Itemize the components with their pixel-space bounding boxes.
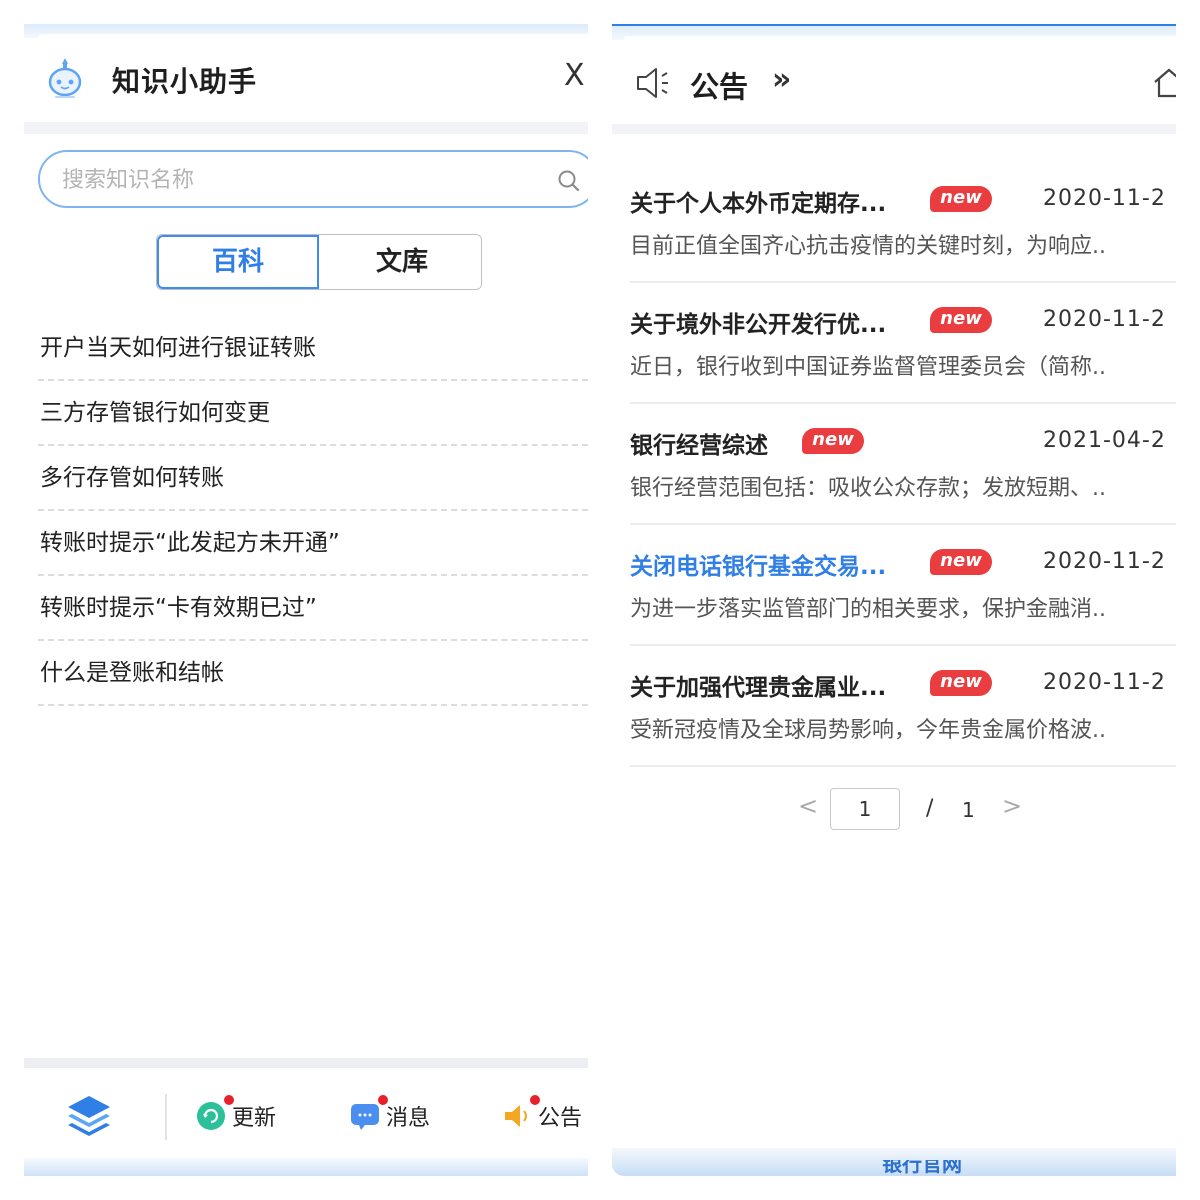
announcement-item-title[interactable]: 关于境外非公开发行优... <box>630 305 886 339</box>
announcement-item-title[interactable]: 关于个人本外币定期存... <box>630 184 886 218</box>
announcement-summary: 近日，银行收到中国证券监督管理委员会（简称.. <box>630 355 1106 380</box>
announcement-date: 2020-11-2 <box>1043 670 1166 695</box>
layers-icon[interactable] <box>64 1090 114 1140</box>
tab-library[interactable]: 文库 <box>321 235 481 289</box>
refresh-icon <box>196 1095 234 1131</box>
update-button[interactable]: 更新 <box>196 1095 277 1136</box>
knowledge-search-input[interactable] <box>62 164 522 196</box>
announcement-date: 2020-11-2 <box>1043 307 1166 332</box>
bank-website-link[interactable]: 银行官网 <box>882 1160 962 1176</box>
pagination: < / 1 > <box>798 788 1038 832</box>
new-badge: new <box>930 186 992 212</box>
more-announcements-button[interactable]: » <box>772 62 791 97</box>
announcement-item-title[interactable]: 关闭电话银行基金交易... <box>630 547 886 581</box>
new-badge: new <box>930 670 992 696</box>
new-badge: new <box>930 549 992 575</box>
announcement-item[interactable]: 关于加强代理贵金属业... new 2020-11-2 受新冠疫情及全球局势影响… <box>630 646 1176 767</box>
announcement-summary: 受新冠疫情及全球局势影响，今年贵金属价格波.. <box>630 718 1106 743</box>
footer-separator <box>165 1094 167 1140</box>
update-label: 更新 <box>232 1106 277 1131</box>
header-divider <box>612 124 1176 134</box>
faq-item[interactable]: 多行存管如何转账 <box>38 446 588 511</box>
tab-encyclopedia[interactable]: 百科 <box>157 235 319 289</box>
header-divider <box>24 122 588 134</box>
search-icon[interactable] <box>556 168 582 194</box>
faq-item[interactable]: 转账时提示“卡有效期已过” <box>38 576 588 641</box>
announcement-title: 公告 <box>690 70 749 104</box>
page-separator: / <box>926 796 934 821</box>
announcement-summary: 为进一步落实监管部门的相关要求，保护金融消.. <box>630 597 1106 622</box>
new-badge: new <box>802 428 864 454</box>
faq-item[interactable]: 开户当天如何进行银证转账 <box>38 316 588 381</box>
knowledge-panel-header: 知识小助手 X <box>24 38 588 122</box>
announcement-list: 关于个人本外币定期存... new 2020-11-2 目前正值全国齐心抗击疫情… <box>630 162 1176 767</box>
notification-dot <box>530 1095 540 1105</box>
announcement-date: 2021-04-2 <box>1043 428 1166 453</box>
announcement-item[interactable]: 银行经营综述 new 2021-04-2 银行经营范围包括：吸收公众存款；发放短… <box>630 404 1176 525</box>
faq-list: 开户当天如何进行银证转账 三方存管银行如何变更 多行存管如何转账 转账时提示“此… <box>38 316 588 706</box>
faq-item[interactable]: 转账时提示“此发起方未开通” <box>38 511 588 576</box>
announcement-panel-header: 公告 » <box>612 40 1176 124</box>
panel-bottom-bar <box>24 1158 588 1176</box>
announcement-label: 公告 <box>538 1106 583 1131</box>
knowledge-assistant-panel: 知识小助手 X 百科 文库 开户当天如何进行银证转账 三方存管银行如何变更 多行… <box>24 24 588 1176</box>
announcement-summary: 目前正值全国齐心抗击疫情的关键时刻，为响应.. <box>630 234 1106 259</box>
new-badge: new <box>930 307 992 333</box>
notification-dot <box>378 1095 388 1105</box>
announcement-item-title[interactable]: 银行经营综述 <box>630 426 768 460</box>
faq-item[interactable]: 什么是登账和结帐 <box>38 641 588 706</box>
knowledge-panel-title: 知识小助手 <box>112 65 258 98</box>
next-page-button[interactable]: > <box>1002 792 1022 820</box>
notification-dot <box>224 1095 234 1105</box>
home-icon[interactable] <box>1152 66 1176 100</box>
message-label: 消息 <box>386 1106 431 1131</box>
announcement-button[interactable]: 公告 <box>502 1095 583 1136</box>
page-number-input[interactable] <box>830 788 900 830</box>
knowledge-tab-switcher: 百科 文库 <box>156 234 482 290</box>
panel-top-bar <box>24 24 588 38</box>
announcement-panel: 公告 » 关于个人本外币定期存... new 2020-11-2 目前正值全国齐… <box>612 24 1176 1176</box>
announcement-summary: 银行经营范围包括：吸收公众存款；发放短期、.. <box>630 476 1106 501</box>
knowledge-panel-footer: 更新 消息 公告 <box>24 1068 588 1168</box>
footer-divider <box>24 1058 588 1068</box>
total-pages: 1 <box>962 798 975 822</box>
prev-page-button[interactable]: < <box>798 792 818 820</box>
panel-top-bar <box>612 24 1176 40</box>
announcement-item[interactable]: 关于境外非公开发行优... new 2020-11-2 近日，银行收到中国证券监… <box>630 283 1176 404</box>
knowledge-search-box <box>38 150 588 208</box>
announcement-item[interactable]: 关于个人本外币定期存... new 2020-11-2 目前正值全国齐心抗击疫情… <box>630 162 1176 283</box>
speaker-icon <box>502 1095 540 1131</box>
announcement-date: 2020-11-2 <box>1043 549 1166 574</box>
announcement-item[interactable]: 关闭电话银行基金交易... new 2020-11-2 为进一步落实监管部门的相… <box>630 525 1176 646</box>
message-button[interactable]: 消息 <box>350 1095 431 1136</box>
speaker-outline-icon <box>637 68 668 98</box>
robot-assistant-icon <box>48 58 82 98</box>
announcement-item-title[interactable]: 关于加强代理贵金属业... <box>630 668 886 702</box>
faq-item[interactable]: 三方存管银行如何变更 <box>38 381 588 446</box>
message-icon <box>350 1095 388 1131</box>
announcement-date: 2020-11-2 <box>1043 186 1166 211</box>
close-icon[interactable]: X <box>564 56 585 96</box>
